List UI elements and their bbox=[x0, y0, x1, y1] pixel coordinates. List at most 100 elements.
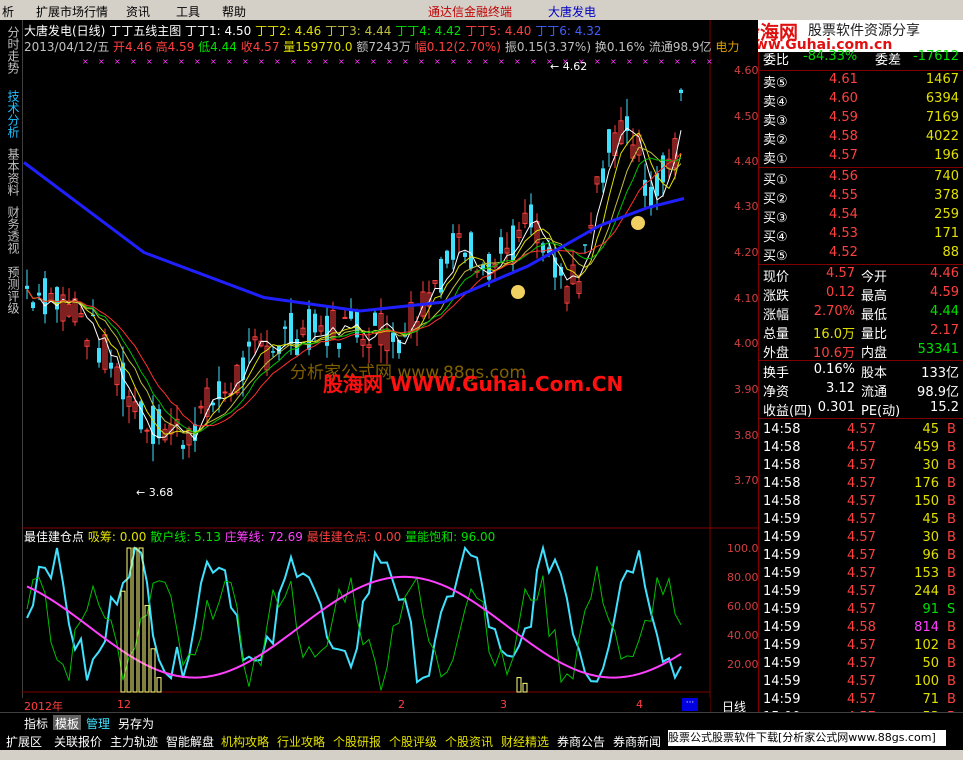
tick-row: 14:59 4.57 71 B bbox=[763, 692, 959, 710]
buy-level-row[interactable]: 买① 4.56 740 bbox=[763, 169, 959, 188]
svg-text:×: × bbox=[146, 57, 153, 66]
nav-related-quote[interactable]: 关联报价 bbox=[54, 733, 102, 750]
side-tab-forecast[interactable]: 预测评级 bbox=[3, 266, 20, 314]
low-annotation: ← 3.68 bbox=[136, 486, 174, 499]
tick-price: 4.58 bbox=[847, 620, 876, 635]
tick-row: 14:59 4.58 814 B bbox=[763, 620, 959, 638]
menu-item-ext-market[interactable]: 扩展市场行情 bbox=[36, 3, 108, 20]
nav-broker-notice[interactable]: 券商公告 bbox=[557, 733, 605, 750]
tick-row: 14:59 4.57 45 B bbox=[763, 512, 959, 530]
stat-row: 外盘 10.6万 内盘 53341 bbox=[763, 342, 959, 361]
nav-stock-news[interactable]: 个股资讯 bbox=[445, 733, 493, 750]
smiley-signal-icon bbox=[631, 216, 645, 230]
nav-broker-news[interactable]: 券商新闻 bbox=[613, 733, 661, 750]
app-title: 通达信金融终端 bbox=[428, 5, 513, 19]
buy-level-row[interactable]: 买④ 4.53 171 bbox=[763, 226, 959, 245]
tick-row: 14:59 4.57 153 B bbox=[763, 566, 959, 584]
tick-price: 4.57 bbox=[847, 584, 876, 599]
tick-row: 14:59 4.57 96 B bbox=[763, 548, 959, 566]
bar-sector: 电力 bbox=[715, 40, 740, 54]
svg-text:×: × bbox=[498, 57, 505, 66]
order-volume: 6394 bbox=[925, 91, 959, 106]
tick-price: 4.57 bbox=[847, 494, 876, 509]
tick-side: B bbox=[947, 494, 956, 509]
weicha-label: 委差 bbox=[875, 53, 902, 68]
tick-volume: 814 bbox=[914, 620, 939, 635]
menu-item-help[interactable]: 帮助 bbox=[222, 3, 246, 20]
nav-industry-strategy[interactable]: 行业攻略 bbox=[277, 733, 325, 750]
tick-time: 14:58 bbox=[763, 476, 801, 491]
sell-level-row[interactable]: 卖② 4.58 4022 bbox=[763, 129, 959, 148]
watermark-guhai: 股海网 WWW.Guhai.Com.CN bbox=[323, 372, 624, 396]
nav-main-track[interactable]: 主力轨迹 bbox=[110, 733, 158, 750]
tick-price: 4.57 bbox=[847, 692, 876, 707]
tick-time: 14:59 bbox=[763, 530, 801, 545]
tick-volume: 244 bbox=[914, 584, 939, 599]
tick-side: B bbox=[947, 440, 956, 455]
buy-level-row[interactable]: 买② 4.55 378 bbox=[763, 188, 959, 207]
order-label: 买① bbox=[763, 173, 788, 188]
svg-text:×: × bbox=[370, 57, 377, 66]
nav-stock-rating[interactable]: 个股评级 bbox=[389, 733, 437, 750]
menu-item-tools[interactable]: 工具 bbox=[176, 3, 200, 20]
order-volume: 378 bbox=[934, 188, 959, 203]
svg-text:×: × bbox=[178, 57, 185, 66]
side-tab-intraday[interactable]: 分时走势 bbox=[3, 26, 20, 74]
indicator-axis-label: 80.00 bbox=[727, 571, 759, 584]
order-volume: 196 bbox=[934, 148, 959, 163]
svg-text:×: × bbox=[290, 57, 297, 66]
stat-label: 净资 bbox=[763, 385, 790, 400]
order-price: 4.55 bbox=[829, 188, 858, 203]
tick-price: 4.57 bbox=[847, 656, 876, 671]
time-axis-label: 3 bbox=[500, 698, 507, 711]
buy-level-row[interactable]: 买③ 4.54 259 bbox=[763, 207, 959, 226]
menu-item-analysis[interactable]: 析 bbox=[2, 3, 14, 20]
order-label: 卖① bbox=[763, 152, 788, 167]
stat-value: 16.0万 bbox=[813, 327, 855, 342]
order-volume: 88 bbox=[942, 245, 959, 260]
status-bar bbox=[0, 750, 963, 760]
buy-level-row[interactable]: 买⑤ 4.52 88 bbox=[763, 245, 959, 264]
price-axis-label: 4.00 bbox=[734, 337, 759, 350]
svg-text:×: × bbox=[98, 57, 105, 66]
side-tab-technical[interactable]: 技术分析 bbox=[3, 90, 20, 138]
sell-level-row[interactable]: 卖④ 4.60 6394 bbox=[763, 91, 959, 110]
sell-level-row[interactable]: 卖⑤ 4.61 1467 bbox=[763, 72, 959, 91]
side-tab-fundamentals[interactable]: 基本资料 bbox=[3, 148, 20, 196]
ma1-value: 丁丁1: 4.50 bbox=[185, 24, 252, 38]
menu-item-news[interactable]: 资讯 bbox=[126, 3, 150, 20]
tick-time: 14:58 bbox=[763, 494, 801, 509]
side-tab-financials[interactable]: 财务透视 bbox=[3, 206, 20, 254]
order-label: 买② bbox=[763, 192, 788, 207]
nav-inst-strategy[interactable]: 机构攻略 bbox=[221, 733, 269, 750]
nav-smart-analysis[interactable]: 智能解盘 bbox=[166, 733, 214, 750]
indicator-axis-label: 20.00 bbox=[727, 658, 759, 671]
tick-side: B bbox=[947, 458, 956, 473]
tick-side: B bbox=[947, 638, 956, 653]
tick-side: B bbox=[947, 692, 956, 707]
promo-banner[interactable]: 股票公式股票软件下载[分析家公式网www.88gs.com] bbox=[668, 730, 946, 746]
chart-indicator-name: 丁丁五线主图 bbox=[109, 24, 182, 38]
tick-side: B bbox=[947, 584, 956, 599]
svg-text:×: × bbox=[130, 57, 137, 66]
sell-level-row[interactable]: 卖① 4.57 196 bbox=[763, 148, 959, 167]
indicator-zhuangchou: 庄筹线: 72.69 bbox=[224, 530, 303, 544]
order-volume: 4022 bbox=[925, 129, 959, 144]
quote-panel: 委比 -84.33% 委差 -17612 卖⑤ 4.61 1467 卖④ 4.60… bbox=[758, 49, 963, 725]
stat-label: 流通 bbox=[861, 385, 888, 400]
nav-finance-picks[interactable]: 财经精选 bbox=[501, 733, 549, 750]
indicator-axis-label: 100.0 bbox=[727, 542, 759, 555]
order-volume: 259 bbox=[934, 207, 959, 222]
tick-side: S bbox=[947, 602, 956, 617]
svg-text:×: × bbox=[386, 57, 393, 66]
sell-level-row[interactable]: 卖③ 4.59 7169 bbox=[763, 110, 959, 129]
tick-time: 14:59 bbox=[763, 512, 801, 527]
tick-row: 14:59 4.57 50 B bbox=[763, 656, 959, 674]
svg-text:×: × bbox=[114, 57, 121, 66]
scroll-more-button[interactable]: ··· bbox=[682, 698, 698, 711]
order-price: 4.58 bbox=[829, 129, 858, 144]
price-axis-label: 4.30 bbox=[734, 200, 759, 213]
nav-stock-report[interactable]: 个股研报 bbox=[333, 733, 381, 750]
time-axis: 2012年 12 2 3 4 ··· bbox=[22, 698, 710, 713]
nav-ext-area[interactable]: 扩展区 bbox=[6, 733, 42, 750]
